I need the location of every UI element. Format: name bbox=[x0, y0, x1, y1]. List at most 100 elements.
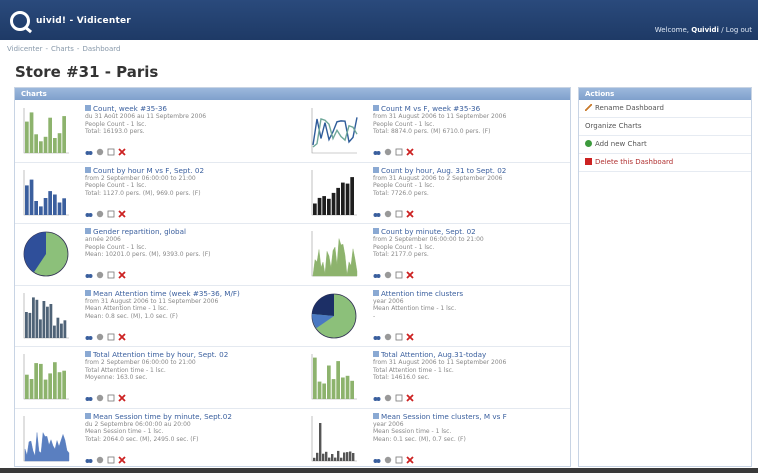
settings-icon[interactable] bbox=[96, 394, 104, 402]
delete-icon[interactable] bbox=[118, 332, 126, 341]
chart-thumbnail[interactable] bbox=[21, 290, 71, 342]
chart-detail-line: Mean Attention time - 1 lsc. bbox=[373, 305, 457, 312]
view-icon[interactable] bbox=[373, 333, 381, 341]
settings-icon[interactable] bbox=[96, 271, 104, 279]
chart-title-link[interactable]: Count, week #35-36 bbox=[85, 104, 290, 113]
chart-actions bbox=[85, 271, 126, 279]
chart-detail-line: Total: 14616.0 sec. bbox=[373, 374, 430, 381]
delete-icon[interactable] bbox=[118, 148, 126, 156]
view-icon[interactable] bbox=[373, 456, 381, 464]
charts-panel-title: Charts bbox=[15, 88, 570, 100]
delete-icon[interactable] bbox=[118, 209, 126, 218]
copy-icon[interactable] bbox=[395, 456, 403, 464]
copy-icon[interactable] bbox=[107, 394, 115, 402]
chart-thumbnail[interactable] bbox=[21, 228, 71, 280]
copy-icon[interactable] bbox=[107, 148, 115, 156]
delete-icon[interactable] bbox=[406, 209, 414, 218]
settings-icon[interactable] bbox=[96, 456, 104, 464]
chart-title-link[interactable]: Total Attention time by hour, Sept. 02 bbox=[85, 350, 290, 359]
breadcrumb-charts[interactable]: Charts bbox=[51, 45, 74, 53]
delete-icon[interactable] bbox=[406, 271, 414, 279]
view-icon[interactable] bbox=[373, 271, 381, 279]
view-icon[interactable] bbox=[85, 210, 93, 218]
action-label: Organize Charts bbox=[585, 122, 642, 130]
chart-thumbnail[interactable] bbox=[309, 413, 359, 465]
view-icon[interactable] bbox=[85, 148, 93, 156]
delete-icon[interactable] bbox=[406, 455, 414, 464]
chart-thumbnail[interactable] bbox=[21, 105, 71, 157]
copy-icon[interactable] bbox=[107, 271, 115, 279]
chart-title-link[interactable]: Total Attention, Aug.31-today bbox=[373, 350, 570, 359]
view-icon[interactable] bbox=[85, 456, 93, 464]
settings-icon[interactable] bbox=[384, 271, 392, 279]
chart-detail-line: année 2006 bbox=[85, 236, 121, 243]
chart-thumbnail[interactable] bbox=[21, 351, 71, 403]
logout-link[interactable]: Log out bbox=[726, 26, 752, 34]
chart-link-icon bbox=[85, 289, 91, 296]
chart-thumbnail[interactable] bbox=[309, 290, 359, 342]
chart-title-link[interactable]: Mean Session time by minute, Sept.02 bbox=[85, 412, 290, 421]
copy-icon[interactable] bbox=[395, 333, 403, 341]
chart-thumbnail[interactable] bbox=[309, 167, 359, 219]
chart-thumbnail[interactable] bbox=[309, 105, 359, 157]
chart-link-icon bbox=[85, 351, 91, 357]
chart-detail-line: from 2 September 06:00:00 to 21:00 bbox=[85, 359, 196, 366]
copy-icon[interactable] bbox=[107, 456, 115, 464]
settings-icon[interactable] bbox=[96, 210, 104, 218]
chart-item: Gender repartition, global année 2006 Peop… bbox=[15, 224, 292, 285]
settings-icon[interactable] bbox=[384, 148, 392, 156]
settings-icon[interactable] bbox=[384, 333, 392, 341]
view-icon[interactable] bbox=[85, 394, 93, 402]
settings-icon[interactable] bbox=[384, 394, 392, 402]
copy-icon[interactable] bbox=[107, 210, 115, 218]
pencil-icon bbox=[585, 104, 592, 111]
copy-icon[interactable] bbox=[395, 210, 403, 218]
settings-icon[interactable] bbox=[96, 148, 104, 156]
chart-title-link[interactable]: Count M vs F, week #35-36 bbox=[373, 104, 570, 113]
chart-thumbnail[interactable] bbox=[309, 228, 359, 280]
chart-item: Attention time clusters year 2006 Mean Att… bbox=[303, 286, 570, 347]
chart-title-link[interactable]: Count by hour M vs F, Sept. 02 bbox=[85, 166, 290, 175]
view-icon[interactable] bbox=[373, 394, 381, 402]
chart-detail-line: Total: 8874.0 pers. (M) 6710.0 pers. (F) bbox=[373, 128, 491, 135]
chart-link-icon bbox=[373, 105, 379, 111]
action-rename-dashboard[interactable]: Rename Dashboard bbox=[579, 100, 751, 118]
chart-thumbnail[interactable] bbox=[21, 413, 71, 465]
settings-icon[interactable] bbox=[384, 456, 392, 464]
view-icon[interactable] bbox=[85, 333, 93, 341]
copy-icon[interactable] bbox=[395, 148, 403, 156]
copy-icon[interactable] bbox=[107, 333, 115, 341]
copy-icon[interactable] bbox=[395, 394, 403, 402]
delete-icon[interactable] bbox=[118, 394, 126, 402]
view-icon[interactable] bbox=[85, 271, 93, 279]
chart-actions bbox=[373, 148, 414, 156]
delete-icon[interactable] bbox=[406, 148, 414, 156]
chart-detail-line: from 31 August 2006 to 2 September 2006 bbox=[373, 174, 503, 182]
chart-title-link[interactable]: Attention time clusters bbox=[373, 289, 570, 298]
chart-detail-line: Total: 1127.0 pers. (M), 969.0 pers. (F) bbox=[85, 189, 201, 197]
chart-title-link[interactable]: Count by hour, Aug. 31 to Sept. 02 bbox=[373, 166, 570, 175]
delete-icon[interactable] bbox=[406, 332, 414, 341]
chart-title-link[interactable]: Gender repartition, global bbox=[85, 227, 290, 236]
view-icon[interactable] bbox=[373, 210, 381, 218]
chart-title-link[interactable]: Count by minute, Sept. 02 bbox=[373, 227, 570, 236]
chart-link-icon bbox=[85, 228, 91, 234]
chart-thumbnail[interactable] bbox=[309, 351, 359, 403]
chart-actions bbox=[85, 394, 126, 402]
action-add-new-chart[interactable]: Add new Chart bbox=[579, 136, 751, 154]
action-delete-this-dashboard[interactable]: Delete this Dashboard bbox=[579, 154, 751, 172]
settings-icon[interactable] bbox=[384, 210, 392, 218]
action-organize-charts[interactable]: Organize Charts bbox=[579, 118, 751, 136]
view-icon[interactable] bbox=[373, 148, 381, 156]
copy-icon[interactable] bbox=[395, 271, 403, 279]
chart-title-link[interactable]: Mean Session time clusters, M vs F bbox=[373, 412, 570, 421]
delete-icon[interactable] bbox=[118, 455, 126, 464]
settings-icon[interactable] bbox=[96, 333, 104, 341]
delete-icon[interactable] bbox=[118, 271, 126, 279]
chart-link-icon bbox=[373, 166, 379, 173]
chart-thumbnail[interactable] bbox=[21, 167, 71, 219]
quividi-logo[interactable]: uivid! - Vidicenter bbox=[10, 9, 131, 33]
breadcrumb-vidicenter[interactable]: Vidicenter bbox=[7, 45, 43, 53]
chart-title-link[interactable]: Mean Attention time (week #35-36, M/F) bbox=[85, 289, 290, 298]
delete-icon[interactable] bbox=[406, 394, 414, 402]
